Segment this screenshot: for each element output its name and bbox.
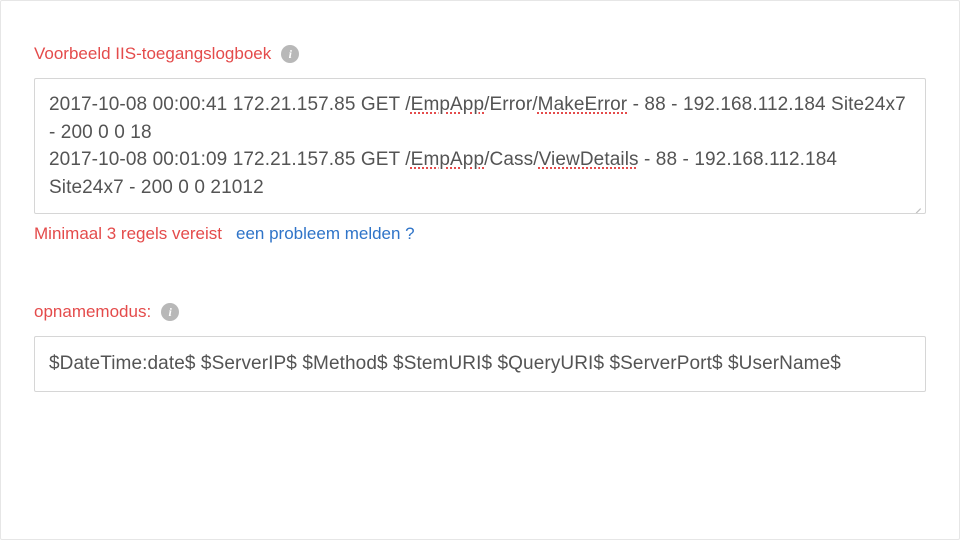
resize-handle-icon[interactable] [908,196,922,210]
sample-log-textarea[interactable]: 2017-10-08 00:00:41 172.21.157.85 GET /E… [34,78,926,214]
sample-log-wrap: 2017-10-08 00:00:41 172.21.157.85 GET /E… [34,78,926,214]
log-line-1: 2017-10-08 00:00:41 172.21.157.85 GET /E… [49,94,906,143]
log-line-2: 2017-10-08 00:01:09 172.21.157.85 GET /E… [49,149,837,198]
